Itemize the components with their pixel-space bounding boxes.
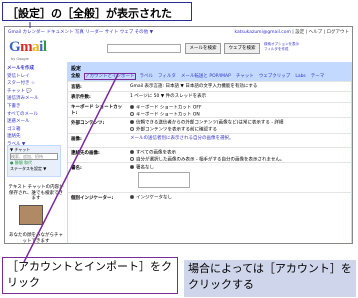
tab-web-clips[interactable]: ウェブクリップ — [259, 74, 291, 79]
external-always-radio[interactable]: 信頼できる送信者からの外部コンテンツ(画像など)は常に表示する - 詳細 — [130, 120, 283, 127]
signature-options: 署名なし — [130, 165, 190, 188]
logo-letter: m — [20, 39, 33, 55]
top-caption: ［設定］の［全般］が表示された — [2, 2, 192, 21]
search-web-button[interactable]: ウェブを検索 — [224, 43, 260, 54]
settings-tabs: 全般 アカウントとインポート ラベル フィルタ メール転送と POP/IMAP チャットウ… — [68, 72, 351, 81]
mail-search-input[interactable] — [107, 44, 181, 53]
row-label: 画像: — [71, 137, 82, 142]
row-label: 連絡先の画像: — [71, 151, 100, 156]
radio-icon — [130, 150, 134, 154]
photo-caption: テキスト チャットの内容が保存され、誰でも検索できます — [8, 185, 64, 201]
chat-status-setter[interactable]: ステータスを設定 ▼ — [10, 166, 58, 172]
compose-link[interactable]: メールを作成 — [7, 65, 65, 73]
account-callout: 場合によっては［アカウント］をクリックする — [184, 260, 356, 297]
tab-filters[interactable]: フィルタ — [158, 74, 176, 79]
create-filter-link[interactable]: フィルタを作成 — [264, 47, 299, 52]
radio-icon — [130, 165, 134, 169]
radio-icon — [130, 112, 134, 116]
settings-row-external-content: 外部コンテンツ: 信頼できる送信者からの外部コンテンツ(画像など)は常に表示する… — [68, 117, 351, 133]
row-label: 言語: — [71, 85, 82, 90]
logo-letter: l — [42, 39, 47, 55]
option-label: 信頼できる送信者からの外部コンテンツ(画像など)は常に表示する - 詳細 — [136, 120, 284, 126]
gmail-screenshot: Gmail カレンダー ドキュメント 写真 リーダー サイト ウェブ その他 ▼… — [4, 26, 353, 244]
tab-accounts-and-import[interactable]: アカウントとインポート — [84, 73, 136, 80]
ad-caption: あなたの顔をみながらチャットできます — [9, 233, 63, 244]
row-label: 署名: — [71, 166, 82, 171]
row-label: 表示件数: — [71, 95, 91, 100]
radio-icon — [130, 195, 134, 199]
row-label: 個別インジケーター: — [71, 196, 114, 201]
tab-themes[interactable]: テーマ — [311, 74, 325, 79]
tab-chat[interactable]: チャット — [236, 74, 254, 79]
nav-item-starred[interactable]: スター付き ☆ — [7, 80, 65, 88]
settings-row-language: 言語: Gmail 表示言語: 日本語 ▼ 日本語の文字入力機能を有効にする — [68, 81, 351, 91]
tab-forwarding-pop-imap[interactable]: メール転送と POP/IMAP — [181, 74, 231, 79]
option-label: キーボード ショートカット OFF — [136, 105, 202, 111]
nav-item-spam[interactable]: 迷惑メール — [7, 118, 65, 126]
row-label: キーボード ショートカット: — [71, 105, 123, 116]
shortcut-off-radio[interactable]: キーボード ショートカット OFF — [130, 105, 202, 112]
nav-item-chats[interactable]: チャット 💬 — [7, 88, 65, 96]
topbar-links[interactable]: | 設定 | ヘルプ | ログアウト — [292, 30, 349, 35]
signature-textarea[interactable] — [138, 172, 190, 188]
nav-item-contacts[interactable]: 連絡先 — [7, 133, 65, 141]
radio-icon — [130, 157, 134, 161]
settings-row-contact-pictures: 連絡先の画像: すべての画像を表示 自分が選択した画像のみ表示 - 相手がする自… — [68, 147, 351, 163]
gmail-logo[interactable]: Gmail — [9, 39, 47, 56]
option-label: インジケータなし — [136, 195, 172, 201]
nav-item-inbox[interactable]: 受信トレイ — [7, 73, 65, 81]
option-label: すべての画像を表示 — [136, 150, 177, 156]
settings-row-page-size: 表示件数: 1 ページに 50 ▼ 件のスレッドを表示 — [68, 91, 351, 102]
no-indicators-radio[interactable]: インジケータなし — [130, 195, 172, 202]
option-label: 外部コンテンツを表示する前に確認する — [136, 127, 217, 133]
show-all-pictures-radio[interactable]: すべての画像を表示 — [130, 150, 284, 157]
nav-item-all-mail[interactable]: すべてのメール — [7, 111, 65, 119]
search-links: 検索オプションを表示 フィルタを作成 — [264, 42, 299, 52]
external-content-options: 信頼できる送信者からの外部コンテンツ(画像など)は常に表示する - 詳細 外部コ… — [130, 120, 283, 134]
option-label: 署名なし — [136, 165, 154, 171]
settings-row-my-picture: 画像: メールの送信者別に表示される自分の画像を選択。 — [68, 133, 351, 147]
row-label: 外部コンテンツ: — [71, 121, 105, 126]
chat-panel: ▼ チャット 検索、追加、招待 ● 勝間 和代 ステータスを設定 ▼ — [7, 145, 61, 177]
tab-labs[interactable]: Labs — [295, 74, 305, 79]
settings-row-signature: 署名: 署名なし — [68, 162, 351, 192]
nav-item-drafts[interactable]: 下書き — [7, 103, 65, 111]
nav-item-sent[interactable]: 送信済みメール — [7, 95, 65, 103]
topbar-account: katsukazumi@gmail.com | 設定 | ヘルプ | ログアウト — [234, 29, 349, 35]
logo-subtitle: by Google — [11, 57, 29, 61]
settings-row-shortcuts: キーボード ショートカット: キーボード ショートカット OFF キーボード シ… — [68, 102, 351, 118]
chat-search-input[interactable]: 検索、追加、招待 — [10, 152, 58, 160]
page-size-select[interactable]: 1 ページに 50 ▼ 件のスレッドを表示 — [130, 94, 206, 101]
user-photo — [19, 205, 43, 225]
accounts-import-callout: ［アカウントとインポート］をクリック — [2, 257, 178, 294]
no-signature-radio[interactable]: 署名なし — [130, 165, 190, 172]
nav-item-trash[interactable]: ゴミ箱 — [7, 126, 65, 134]
my-picture-link[interactable]: メールの送信者別に表示される自分の画像を選択。 — [130, 136, 234, 143]
topbar-services[interactable]: Gmail カレンダー ドキュメント 写真 リーダー サイト ウェブ その他 ▼ — [8, 29, 153, 35]
radio-icon — [130, 105, 134, 109]
radio-icon — [130, 120, 134, 124]
settings-row-indicators: 個別インジケーター: インジケータなし — [68, 192, 351, 204]
logo-letter: G — [9, 39, 21, 55]
left-navigation: メールを作成 受信トレイ スター付き ☆ チャット 💬 送信済みメール 下書き … — [7, 65, 65, 149]
tab-general[interactable]: 全般 — [71, 74, 80, 79]
gmail-topbar: Gmail カレンダー ドキュメント 写真 リーダー サイト ウェブ その他 ▼… — [5, 27, 352, 36]
settings-title: 設定 — [68, 63, 351, 72]
settings-panel: 設定 全般 アカウントとインポート ラベル フィルタ メール転送と POP/IMAP チャ… — [67, 62, 352, 243]
tab-labels[interactable]: ラベル — [140, 74, 154, 79]
language-select[interactable]: Gmail 表示言語: 日本語 ▼ 日本語の文字入力機能を有効にする — [130, 84, 257, 91]
radio-icon — [130, 127, 134, 131]
topbar-user-email: katsukazumi@gmail.com — [234, 30, 291, 35]
search-mail-button[interactable]: メールを検索 — [185, 43, 221, 54]
